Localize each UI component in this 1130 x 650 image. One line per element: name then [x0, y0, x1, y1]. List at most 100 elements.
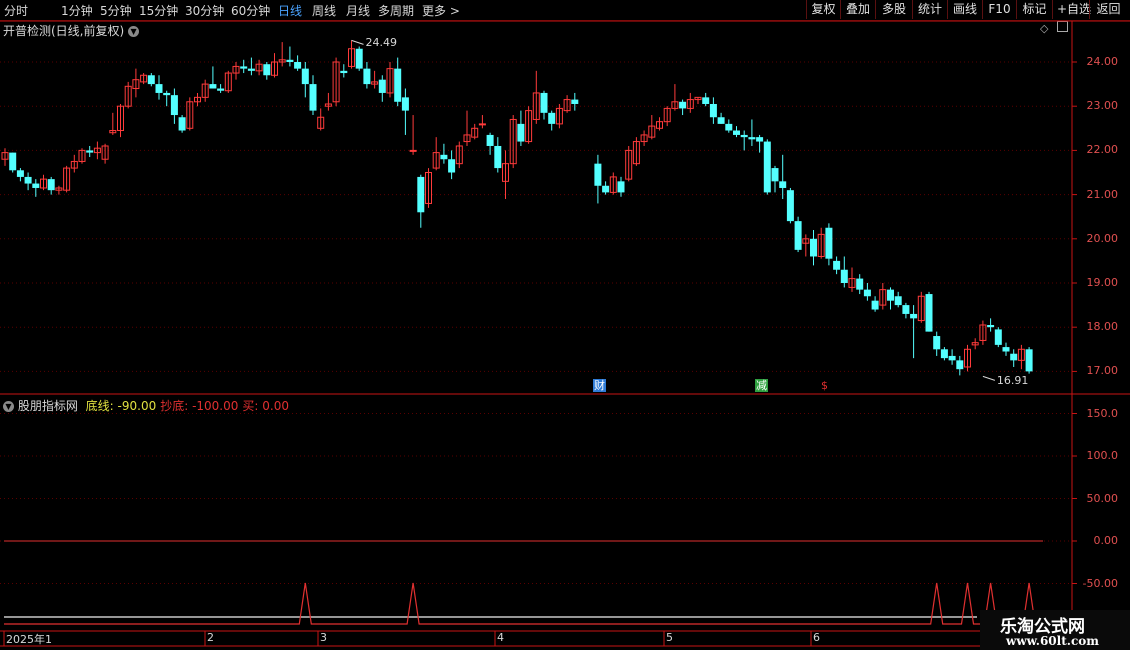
price-tick-label: 20.00 — [1086, 231, 1119, 245]
candle-body-down — [717, 117, 725, 124]
candle-body-down — [440, 154, 448, 160]
candle-body-down — [47, 179, 55, 191]
candle-body-down — [902, 305, 910, 314]
candle-body-down — [794, 221, 802, 250]
watermark: 乐淘公式网 www.60lt.com — [980, 610, 1130, 650]
high-arrow — [351, 39, 364, 45]
candle-body-down — [217, 88, 225, 91]
price-tick-label: 24.00 — [1086, 55, 1119, 68]
high-price-label: 24.49 — [365, 36, 398, 50]
candle-body-down — [355, 48, 363, 69]
date-label: 3 — [320, 631, 327, 644]
candle-body-down — [401, 97, 409, 111]
candle-body-down — [771, 168, 779, 182]
candle-body-down — [571, 99, 579, 104]
candle-body-down — [748, 137, 756, 140]
candle-body-down — [155, 84, 163, 93]
candle-body-down — [301, 68, 309, 85]
candle-body-down — [24, 176, 32, 184]
candle-body-down — [417, 176, 425, 213]
candle-body-down — [856, 278, 864, 290]
candle-body-down — [163, 92, 171, 96]
date-label: 2025年1 — [6, 633, 52, 646]
candle-body-down — [309, 84, 317, 111]
candle-body-down — [887, 289, 894, 301]
candle-body-down — [147, 75, 155, 85]
candle-body-down — [340, 70, 348, 74]
candle-body-down — [517, 123, 525, 142]
candle-body-down — [394, 68, 402, 102]
indicator-tick-label: 100.0 — [1086, 449, 1119, 462]
candle-body-down — [617, 181, 625, 193]
event-marker[interactable]: 减 — [755, 379, 768, 392]
candle-body-down — [1025, 349, 1033, 372]
candle-body-down — [740, 134, 748, 138]
low-price-label: 16.91 — [996, 374, 1029, 388]
candle-body-down — [679, 101, 687, 109]
candle-body-down — [756, 137, 764, 142]
candle-body-down — [763, 141, 771, 193]
candle-body-down — [956, 360, 964, 370]
date-label: 2 — [207, 631, 214, 644]
date-label: 5 — [666, 631, 673, 644]
candle-body-down — [32, 183, 40, 188]
price-tick-label: 18.00 — [1086, 320, 1119, 334]
indicator-tick-label: 0.00 — [1093, 534, 1119, 547]
candle-body-down — [602, 185, 610, 193]
price-tick-label: 23.00 — [1086, 99, 1119, 113]
low-arrow — [982, 375, 996, 381]
candle-body-down — [9, 152, 17, 171]
price-tick-label: 21.00 — [1086, 187, 1119, 201]
candle-body-down — [294, 62, 302, 69]
date-label: 6 — [813, 631, 820, 644]
price-tick-label: 17.00 — [1086, 364, 1119, 378]
event-marker[interactable]: 财 — [593, 379, 606, 392]
candle-body-down — [894, 296, 902, 306]
candle-body-down — [16, 170, 24, 177]
candle-body-down — [948, 355, 956, 361]
price-tick-label: 22.00 — [1086, 143, 1119, 157]
candle-body-up — [478, 123, 486, 126]
candle-body-down — [987, 324, 995, 328]
indicator-tick-label: 150.0 — [1086, 406, 1119, 420]
candle-body-down — [863, 289, 871, 297]
candle-body-down — [378, 79, 386, 93]
candle-body-down — [940, 349, 948, 359]
candle-body-down — [840, 269, 848, 283]
candle-body-down — [702, 97, 710, 104]
candle-body-down — [910, 313, 918, 319]
candle-body-down — [263, 64, 271, 76]
indicator-tick-label: -50.00 — [1082, 576, 1118, 590]
candle-body-down — [594, 163, 602, 186]
candle-body-down — [1002, 347, 1010, 352]
candle-body-down — [871, 300, 879, 310]
candle-body-down — [1010, 353, 1018, 361]
chart-canvas[interactable] — [0, 0, 1130, 650]
price-tick-label: 19.00 — [1086, 276, 1119, 289]
candle-body-down — [810, 238, 817, 257]
candle-body-down — [994, 329, 1002, 345]
candle-body-down — [486, 134, 494, 146]
date-label: 4 — [497, 631, 504, 644]
candle-body-up — [409, 149, 417, 152]
candle-body-down — [786, 190, 794, 222]
candle-body-down — [825, 227, 833, 259]
candle-body-down — [247, 68, 255, 71]
candle-body-down — [925, 294, 933, 332]
candle-body-down — [86, 150, 94, 153]
indicator-tick-label: 50.00 — [1086, 491, 1119, 505]
candle-body-down — [494, 145, 502, 169]
candle-body-down — [548, 112, 556, 124]
candle-body-down — [540, 92, 548, 113]
candle-body-down — [779, 181, 787, 188]
candle-body-down — [933, 336, 941, 350]
candle-body-down — [209, 84, 217, 89]
candle-body-down — [286, 59, 294, 62]
candle-body-down — [833, 260, 841, 270]
watermark-url: www.60lt.com — [1006, 634, 1099, 648]
candle-body-down — [725, 123, 733, 131]
candle-body-down — [363, 68, 371, 85]
event-marker[interactable]: $ — [820, 379, 829, 392]
candle-body-down — [709, 103, 717, 118]
candle-body-down — [240, 66, 248, 69]
